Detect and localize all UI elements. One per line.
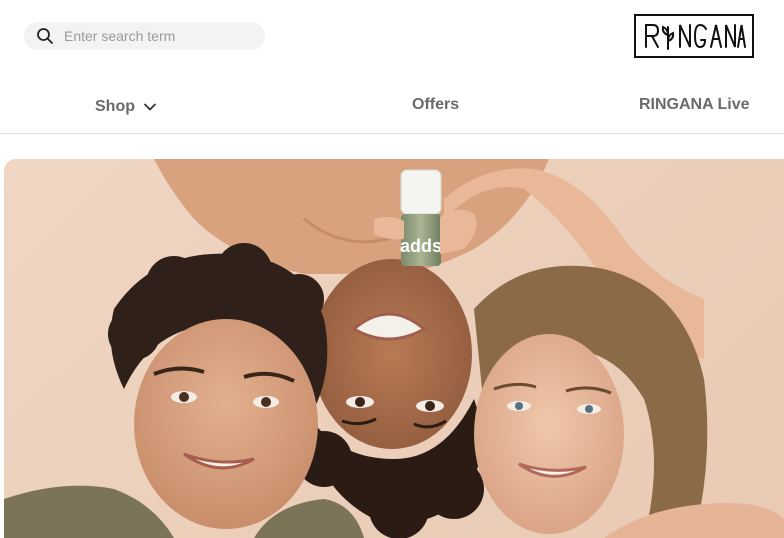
search-bar[interactable] bbox=[24, 22, 265, 50]
hero-banner[interactable]: adds bbox=[4, 159, 784, 538]
chevron-down-icon bbox=[143, 100, 157, 114]
brand-logo[interactable] bbox=[634, 14, 754, 58]
nav-offers[interactable]: Offers bbox=[412, 96, 459, 114]
main-navigation: Shop Offers RINGANA Live bbox=[0, 82, 784, 134]
nav-live-label: RINGANA Live bbox=[639, 96, 750, 113]
search-icon bbox=[36, 27, 54, 45]
product-label: adds bbox=[400, 236, 442, 256]
search-input[interactable] bbox=[64, 28, 254, 44]
nav-shop-label: Shop bbox=[95, 98, 135, 115]
nav-ringana-live[interactable]: RINGANA Live bbox=[639, 96, 750, 114]
hero-image: adds bbox=[4, 159, 784, 538]
logo-wordmark bbox=[645, 23, 746, 50]
nav-offers-label: Offers bbox=[412, 96, 460, 113]
nav-shop[interactable]: Shop bbox=[95, 98, 157, 116]
